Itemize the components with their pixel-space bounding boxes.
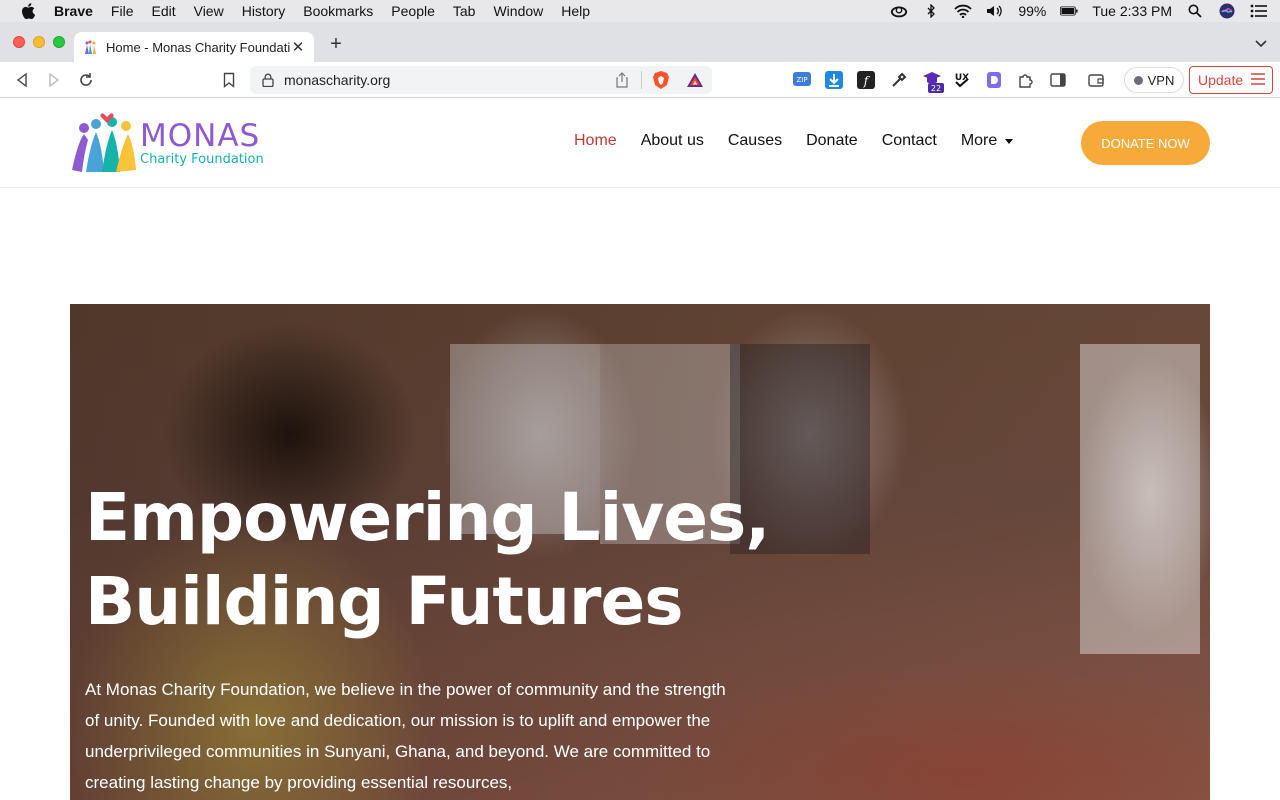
- caret-down-icon: [1005, 138, 1014, 144]
- address-divider: [641, 71, 642, 89]
- nav-contact[interactable]: Contact: [882, 132, 937, 150]
- spotlight-search-icon[interactable]: [1186, 4, 1204, 18]
- menu-tab[interactable]: Tab: [453, 3, 476, 19]
- brave-rewards-icon[interactable]: [686, 72, 704, 88]
- hero-section: Empowering Lives, Building Futures At Mo…: [70, 304, 1210, 800]
- forward-icon[interactable]: [44, 70, 64, 90]
- menu-people[interactable]: People: [391, 3, 435, 19]
- close-window-button[interactable]: [13, 36, 25, 48]
- vpn-label: VPN: [1147, 72, 1175, 88]
- nav-home[interactable]: Home: [574, 132, 617, 150]
- battery-percent: 99%: [1018, 3, 1047, 19]
- nav-causes[interactable]: Causes: [728, 132, 782, 150]
- clock[interactable]: Tue 2:33 PM: [1092, 3, 1172, 19]
- sidebar-toggle-icon[interactable]: [1049, 71, 1067, 89]
- vpn-status-dot: [1133, 75, 1143, 85]
- ux-extension-icon[interactable]: UX: [953, 71, 971, 89]
- siri-icon[interactable]: [1218, 3, 1236, 19]
- menu-file[interactable]: File: [111, 3, 134, 19]
- tab-search-chevron-icon[interactable]: [1254, 36, 1268, 50]
- zip-extension-icon[interactable]: ZIP: [793, 72, 811, 86]
- nav-more-dropdown[interactable]: More: [960, 132, 1014, 150]
- nav-about-us[interactable]: About us: [641, 132, 704, 150]
- hero-description: At Monas Charity Foundation, we believe …: [85, 680, 726, 792]
- graduation-extension-icon[interactable]: 22: [922, 70, 944, 94]
- wifi-icon[interactable]: [954, 4, 972, 18]
- minimize-window-button[interactable]: [33, 36, 45, 48]
- tab-strip: Home - Monas Charity Foundation ✕ +: [0, 22, 1280, 62]
- macos-menu-bar: Brave File Edit View History Bookmarks P…: [0, 0, 1280, 22]
- donate-now-button[interactable]: DONATE NOW: [1081, 121, 1210, 165]
- menu-app-name[interactable]: Brave: [54, 3, 93, 19]
- svg-text:ZIP: ZIP: [796, 76, 807, 84]
- svg-text:UX: UX: [955, 73, 969, 83]
- color-picker-extension-icon[interactable]: [890, 71, 908, 89]
- url-text[interactable]: monascharity.org: [284, 72, 615, 88]
- tab-title: Home - Monas Charity Foundation: [106, 39, 290, 55]
- bookmark-icon[interactable]: [219, 70, 239, 90]
- vpn-button[interactable]: VPN: [1124, 67, 1184, 93]
- main-navigation: Home About us Causes Donate Contact More: [574, 132, 1014, 150]
- menu-window[interactable]: Window: [493, 3, 543, 19]
- logo-tagline: Charity Foundation: [140, 152, 264, 167]
- download-extension-icon[interactable]: [825, 71, 843, 89]
- volume-icon[interactable]: [986, 4, 1004, 18]
- creative-cloud-icon[interactable]: [890, 4, 908, 18]
- site-logo[interactable]: MONAS Charity Foundation: [70, 112, 264, 174]
- reload-icon[interactable]: [76, 70, 96, 90]
- fullscreen-window-button[interactable]: [53, 36, 65, 48]
- new-tab-plus-icon[interactable]: +: [326, 34, 346, 54]
- hero-title: Empowering Lives, Building Futures: [85, 479, 770, 640]
- hamburger-menu-icon: [1251, 72, 1266, 88]
- address-bar[interactable]: monascharity.org: [250, 66, 712, 94]
- logo-people-icon: [72, 113, 136, 172]
- wallet-icon[interactable]: [1087, 71, 1105, 89]
- menu-view[interactable]: View: [194, 3, 224, 19]
- font-extension-icon[interactable]: f: [857, 71, 875, 89]
- nav-donate[interactable]: Donate: [806, 132, 858, 150]
- bluetooth-icon[interactable]: [922, 4, 940, 18]
- site-header: MONAS Charity Foundation Home About us C…: [0, 98, 1280, 188]
- update-label: Update: [1198, 72, 1244, 88]
- extension-badge-count: 22: [931, 84, 941, 93]
- menu-edit[interactable]: Edit: [151, 3, 175, 19]
- apple-icon[interactable]: [20, 3, 36, 19]
- browser-tab-active[interactable]: Home - Monas Charity Foundation ✕: [74, 32, 314, 62]
- browser-toolbar: monascharity.org ZIP f 22 UX VPN Update: [0, 62, 1280, 98]
- d-extension-icon[interactable]: [985, 71, 1003, 89]
- share-icon[interactable]: [615, 72, 631, 88]
- menubar-status-area: 99% Tue 2:33 PM: [890, 0, 1268, 22]
- menu-history[interactable]: History: [242, 3, 286, 19]
- back-icon[interactable]: [12, 70, 32, 90]
- menu-bookmarks[interactable]: Bookmarks: [303, 3, 373, 19]
- control-center-icon[interactable]: [1250, 4, 1268, 18]
- monas-favicon-icon: [82, 39, 98, 55]
- extensions-puzzle-icon[interactable]: [1017, 71, 1035, 89]
- close-tab-icon[interactable]: ✕: [290, 38, 306, 56]
- update-button[interactable]: Update: [1189, 66, 1273, 94]
- menu-help[interactable]: Help: [561, 3, 590, 19]
- lock-icon[interactable]: [262, 73, 274, 88]
- battery-icon[interactable]: [1060, 4, 1078, 18]
- logo-wordmark: MONAS: [140, 118, 261, 154]
- brave-shields-icon[interactable]: [652, 70, 670, 90]
- nav-more-label: More: [960, 132, 998, 149]
